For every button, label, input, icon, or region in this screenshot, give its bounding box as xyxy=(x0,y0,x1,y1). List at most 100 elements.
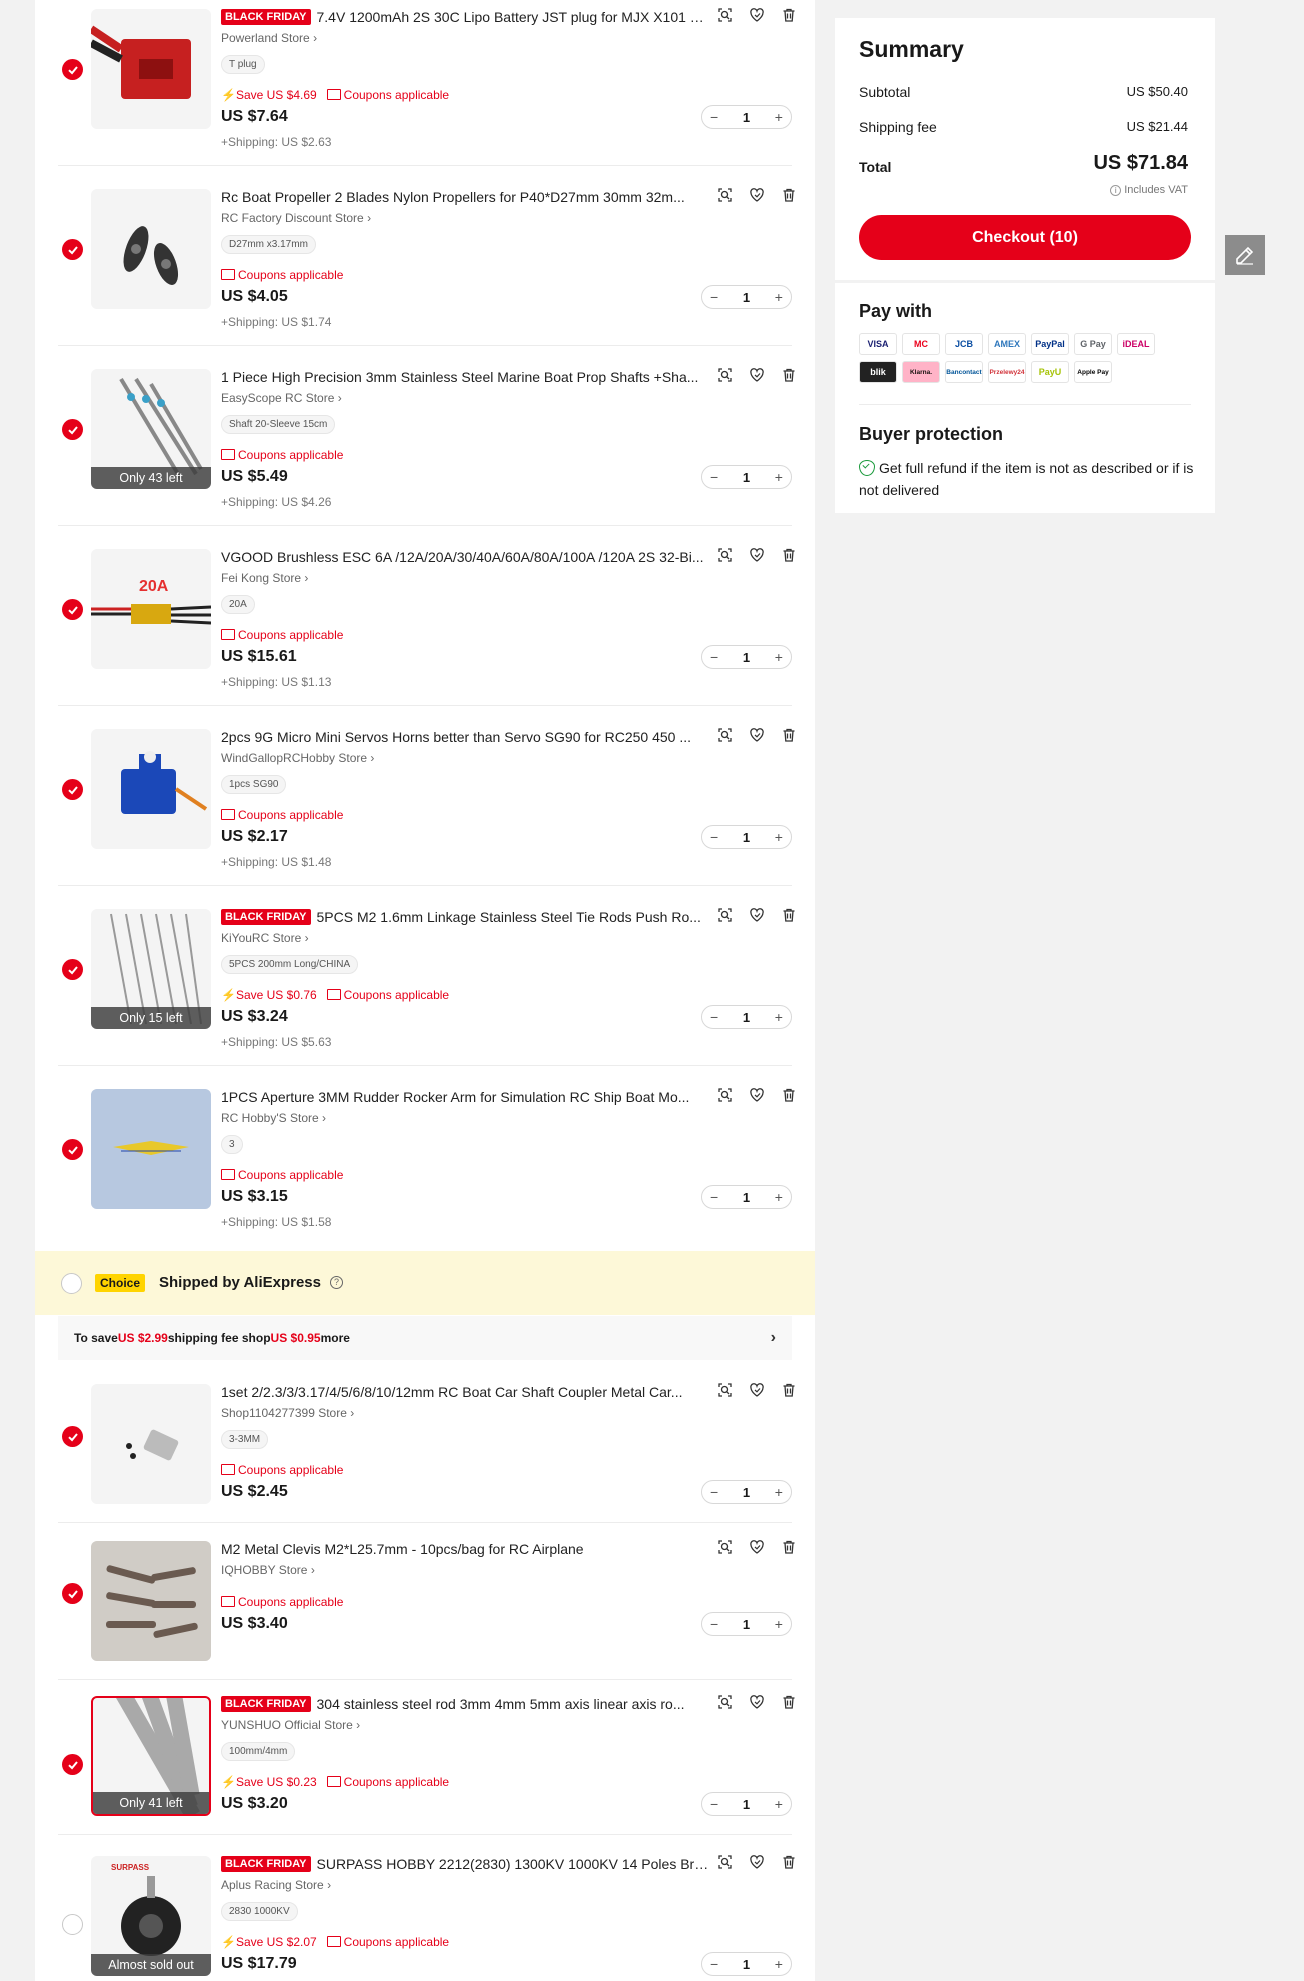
coupons-link[interactable]: Coupons applicable xyxy=(327,88,449,102)
wishlist-heart-icon[interactable] xyxy=(749,1087,765,1108)
quantity-value[interactable]: 1 xyxy=(743,1957,750,1972)
coupons-link[interactable]: Coupons applicable xyxy=(221,1463,343,1477)
wishlist-heart-icon[interactable] xyxy=(749,547,765,568)
decrease-button[interactable]: − xyxy=(710,1616,718,1632)
product-title-row[interactable]: BLACK FRIDAY 304 stainless steel rod 3mm … xyxy=(221,1695,709,1713)
product-title-row[interactable]: VGOOD Brushless ESC 6A /12A/20A/30/40A/6… xyxy=(221,548,709,566)
find-similar-icon[interactable] xyxy=(717,1694,733,1715)
coupons-link[interactable]: Coupons applicable xyxy=(221,268,343,282)
store-link[interactable]: Shop1104277399 Store › xyxy=(221,1406,354,1420)
coupons-link[interactable]: Coupons applicable xyxy=(221,1168,343,1182)
coupons-link[interactable]: Coupons applicable xyxy=(221,1595,343,1609)
item-select-checkbox[interactable] xyxy=(62,1426,83,1447)
increase-button[interactable]: + xyxy=(775,1616,783,1632)
decrease-button[interactable]: − xyxy=(710,649,718,665)
product-title-row[interactable]: BLACK FRIDAY 5PCS M2 1.6mm Linkage Stainl… xyxy=(221,908,709,926)
product-title[interactable]: 5PCS M2 1.6mm Linkage Stainless Steel Ti… xyxy=(317,909,701,925)
product-image[interactable] xyxy=(91,1089,211,1209)
trash-icon[interactable] xyxy=(781,547,797,568)
store-link[interactable]: IQHOBBY Store › xyxy=(221,1563,315,1577)
quantity-stepper[interactable]: − 1 + xyxy=(701,825,792,849)
increase-button[interactable]: + xyxy=(775,469,783,485)
store-link[interactable]: EasyScope RC Store › xyxy=(221,391,342,405)
coupons-link[interactable]: Coupons applicable xyxy=(327,988,449,1002)
store-link[interactable]: Aplus Racing Store › xyxy=(221,1878,331,1892)
increase-button[interactable]: + xyxy=(775,1956,783,1972)
item-select-checkbox[interactable] xyxy=(62,1583,83,1604)
decrease-button[interactable]: − xyxy=(710,289,718,305)
product-title-row[interactable]: 1PCS Aperture 3MM Rudder Rocker Arm for … xyxy=(221,1088,709,1106)
item-select-checkbox[interactable] xyxy=(62,959,83,980)
quantity-value[interactable]: 1 xyxy=(743,1485,750,1500)
quantity-value[interactable]: 1 xyxy=(743,1010,750,1025)
product-image[interactable] xyxy=(91,189,211,309)
product-title[interactable]: Rc Boat Propeller 2 Blades Nylon Propell… xyxy=(221,189,685,205)
product-image[interactable] xyxy=(91,1384,211,1504)
wishlist-heart-icon[interactable] xyxy=(749,1539,765,1560)
increase-button[interactable]: + xyxy=(775,109,783,125)
variant-selector[interactable]: T plug xyxy=(221,55,265,74)
product-title[interactable]: M2 Metal Clevis M2*L25.7mm - 10pcs/bag f… xyxy=(221,1541,584,1557)
find-similar-icon[interactable] xyxy=(717,547,733,568)
quantity-stepper[interactable]: − 1 + xyxy=(701,465,792,489)
increase-button[interactable]: + xyxy=(775,829,783,845)
product-title[interactable]: 1PCS Aperture 3MM Rudder Rocker Arm for … xyxy=(221,1089,689,1105)
product-image[interactable]: SURPASS Almost sold out xyxy=(91,1856,211,1976)
product-title-row[interactable]: 2pcs 9G Micro Mini Servos Horns better t… xyxy=(221,728,709,746)
variant-selector[interactable]: Shaft 20-Sleeve 15cm xyxy=(221,415,336,434)
find-similar-icon[interactable] xyxy=(717,1539,733,1560)
increase-button[interactable]: + xyxy=(775,289,783,305)
quantity-value[interactable]: 1 xyxy=(743,1797,750,1812)
product-title[interactable]: SURPASS HOBBY 2212(2830) 1300KV 1000KV 1… xyxy=(317,1856,710,1872)
quantity-stepper[interactable]: − 1 + xyxy=(701,1005,792,1029)
find-similar-icon[interactable] xyxy=(717,1854,733,1875)
quantity-stepper[interactable]: − 1 + xyxy=(701,285,792,309)
product-title[interactable]: 304 stainless steel rod 3mm 4mm 5mm axis… xyxy=(317,1696,685,1712)
product-title-row[interactable]: BLACK FRIDAY 7.4V 1200mAh 2S 30C Lipo Bat… xyxy=(221,8,709,26)
decrease-button[interactable]: − xyxy=(710,1484,718,1500)
product-title[interactable]: VGOOD Brushless ESC 6A /12A/20A/30/40A/6… xyxy=(221,549,704,565)
store-link[interactable]: Powerland Store › xyxy=(221,31,317,45)
wishlist-heart-icon[interactable] xyxy=(749,1382,765,1403)
trash-icon[interactable] xyxy=(781,1382,797,1403)
trash-icon[interactable] xyxy=(781,187,797,208)
decrease-button[interactable]: − xyxy=(710,1796,718,1812)
coupons-link[interactable]: Coupons applicable xyxy=(327,1775,449,1789)
checkout-button[interactable]: Checkout (10) xyxy=(859,215,1191,260)
quantity-stepper[interactable]: − 1 + xyxy=(701,1185,792,1209)
shipping-threshold-bar[interactable]: To save US $2.99 shipping fee shop US $0… xyxy=(58,1316,792,1360)
product-image[interactable]: Only 41 left xyxy=(91,1696,211,1816)
product-image[interactable]: 20A xyxy=(91,549,211,669)
quantity-stepper[interactable]: − 1 + xyxy=(701,1612,792,1636)
store-link[interactable]: RC Hobby'S Store › xyxy=(221,1111,326,1125)
product-title-row[interactable]: BLACK FRIDAY SURPASS HOBBY 2212(2830) 130… xyxy=(221,1855,709,1873)
item-select-checkbox[interactable] xyxy=(62,1139,83,1160)
quantity-value[interactable]: 1 xyxy=(743,110,750,125)
coupons-link[interactable]: Coupons applicable xyxy=(327,1935,449,1949)
product-image[interactable] xyxy=(91,729,211,849)
product-title-row[interactable]: 1set 2/2.3/3/3.17/4/5/6/8/10/12mm RC Boa… xyxy=(221,1383,709,1401)
product-image[interactable]: Only 15 left xyxy=(91,909,211,1029)
trash-icon[interactable] xyxy=(781,1087,797,1108)
find-similar-icon[interactable] xyxy=(717,907,733,928)
trash-icon[interactable] xyxy=(781,907,797,928)
quantity-stepper[interactable]: − 1 + xyxy=(701,645,792,669)
decrease-button[interactable]: − xyxy=(710,1189,718,1205)
product-title[interactable]: 1 Piece High Precision 3mm Stainless Ste… xyxy=(221,369,698,385)
product-image[interactable] xyxy=(91,9,211,129)
quantity-stepper[interactable]: − 1 + xyxy=(701,105,792,129)
increase-button[interactable]: + xyxy=(775,649,783,665)
trash-icon[interactable] xyxy=(781,727,797,748)
item-select-checkbox[interactable] xyxy=(62,1754,83,1775)
trash-icon[interactable] xyxy=(781,367,797,388)
decrease-button[interactable]: − xyxy=(710,109,718,125)
coupons-link[interactable]: Coupons applicable xyxy=(221,448,343,462)
quantity-value[interactable]: 1 xyxy=(743,470,750,485)
find-similar-icon[interactable] xyxy=(717,7,733,28)
trash-icon[interactable] xyxy=(781,1694,797,1715)
find-similar-icon[interactable] xyxy=(717,187,733,208)
product-title-row[interactable]: M2 Metal Clevis M2*L25.7mm - 10pcs/bag f… xyxy=(221,1540,709,1558)
item-select-checkbox[interactable] xyxy=(62,599,83,620)
wishlist-heart-icon[interactable] xyxy=(749,187,765,208)
store-link[interactable]: YUNSHUO Official Store › xyxy=(221,1718,360,1732)
